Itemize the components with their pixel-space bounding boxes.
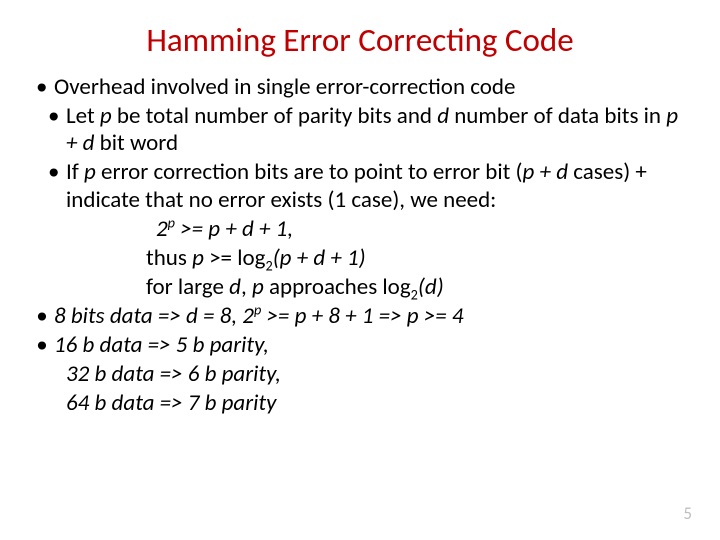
sub-2: 2 [265,256,272,274]
text: Let [66,102,100,130]
var-p: p [84,158,96,186]
text: 2 [156,215,168,243]
sup-p: p [168,213,175,231]
line-64b: 64 b data => 7 b parity [30,390,690,417]
text: , [241,273,252,301]
bullet-16b: 16 b data => 5 b parity, [30,332,690,359]
text: >= p + 8 + 1 => p >= 4 [261,302,463,330]
slide-title: Hamming Error Correcting Code [30,20,690,60]
text: be total number of parity bits and [112,102,437,130]
text: number of data bits in [449,102,666,130]
formula-log: thus p >= log2(p + d + 1) [30,245,690,272]
var-p: p [252,273,264,301]
formula-large-d: for large d, p approaches log2(d) [30,274,690,301]
line-32b: 32 b data => 6 b parity, [30,361,690,388]
formula-2p: 2p >= p + d + 1, [30,216,690,243]
text: >= p + d + 1, [175,215,293,243]
text: approaches log [264,273,411,301]
bullet-8bit: 8 bits data => d = 8, 2p >= p + 8 + 1 =>… [30,303,690,330]
expr-d: (d) [418,273,444,301]
text: for large [146,273,229,301]
var-p: p [100,102,112,130]
page-number: 5 [683,503,692,524]
text: If [66,158,84,186]
expr: (p + d + 1) [273,244,366,272]
sub-2: 2 [411,285,418,303]
var-d: d [437,102,449,130]
expr-p-plus-d: p + d [523,158,569,186]
text: >= log [204,244,266,272]
text: thus [146,244,192,272]
bullet-list: Overhead involved in single error-correc… [30,74,690,214]
bullet-let-p: Let p be total number of parity bits and… [42,103,690,157]
var-d: d [229,273,241,301]
bullet-list-2: 8 bits data => d = 8, 2p >= p + 8 + 1 =>… [30,303,690,359]
var-p: p [192,244,204,272]
text: bit word [94,129,178,157]
text: error correction bits are to point to er… [96,158,523,186]
text: 8 bits data => d = 8, 2 [54,302,254,330]
bullet-overhead: Overhead involved in single error-correc… [30,74,690,101]
bullet-if-p: If p error correction bits are to point … [42,159,690,213]
